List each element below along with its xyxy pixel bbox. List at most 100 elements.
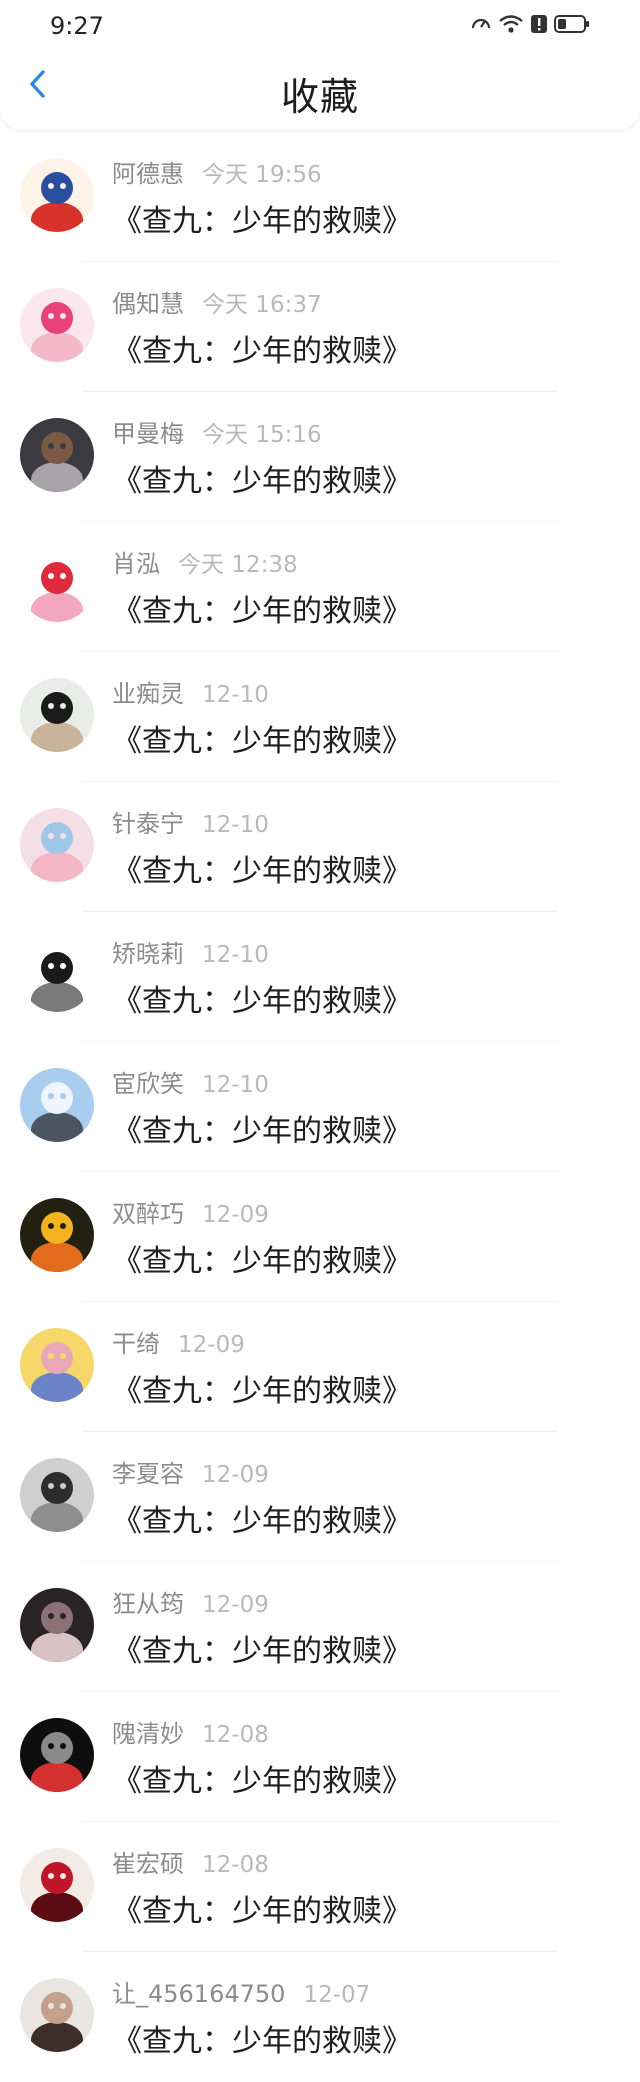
item-title[interactable]: 《查九：少年的救赎》	[112, 716, 412, 760]
list-item[interactable]: 偶知慧 今天 16:37 《查九：少年的救赎》	[0, 262, 640, 392]
timestamp: 今天 12:38	[178, 552, 298, 578]
timestamp: 12-10	[202, 1072, 269, 1098]
item-meta: 业痴灵 12-10	[112, 674, 269, 709]
snow-tree-avatar[interactable]	[20, 1068, 94, 1142]
timestamp: 12-07	[303, 1982, 371, 2008]
portrait-avatar[interactable]	[20, 1588, 94, 1662]
user-name[interactable]: 崔宏硕	[112, 1844, 184, 1879]
item-meta: 崔宏硕 12-08	[112, 1844, 269, 1879]
cartoon-doll-avatar[interactable]	[20, 548, 94, 622]
user-name[interactable]: 阿德惠	[112, 154, 184, 189]
item-title[interactable]: 《查九：少年的救赎》	[112, 1236, 412, 1280]
item-meta: 狂从筠 12-09	[112, 1584, 269, 1619]
item-meta: 干绮 12-09	[112, 1324, 245, 1359]
item-meta: 偶知慧 今天 16:37	[112, 284, 322, 319]
warrior-avatar[interactable]	[20, 1718, 94, 1792]
status-icons	[470, 13, 590, 39]
anime-girl-avatar[interactable]	[20, 808, 94, 882]
item-meta: 隗清妙 12-08	[112, 1714, 269, 1749]
item-title[interactable]: 《查九：少年的救赎》	[112, 1496, 412, 1540]
cartoon-character-avatar[interactable]	[20, 158, 94, 232]
list-item[interactable]: 肖泓 今天 12:38 《查九：少年的救赎》	[0, 522, 640, 652]
timestamp: 今天 15:16	[202, 422, 322, 448]
status-time: 9:27	[50, 12, 104, 40]
list-item[interactable]: 业痴灵 12-10 《查九：少年的救赎》	[0, 652, 640, 782]
item-meta: 双醉巧 12-09	[112, 1194, 269, 1229]
user-name[interactable]: 狂从筠	[112, 1584, 184, 1619]
timestamp: 12-08	[202, 1722, 269, 1748]
user-name[interactable]: 偶知慧	[112, 284, 184, 319]
timestamp: 今天 19:56	[202, 162, 322, 188]
item-title[interactable]: 《查九：少年的救赎》	[112, 326, 412, 370]
heart-tree-avatar[interactable]	[20, 1848, 94, 1922]
user-name[interactable]: 让_456164750	[112, 1974, 285, 2009]
list-item[interactable]: 宦欣笑 12-10 《查九：少年的救赎》	[0, 1042, 640, 1172]
favorites-list: 阿德惠 今天 19:56 《查九：少年的救赎》 偶知慧 今天 16:37 《查九：少年的救…	[0, 132, 640, 2082]
item-meta: 宦欣笑 12-10	[112, 1064, 269, 1099]
page-title: 收藏	[280, 75, 359, 119]
battery-icon	[554, 14, 590, 38]
alert-icon	[530, 14, 548, 38]
item-meta: 甲曼梅 今天 15:16	[112, 414, 322, 449]
photo-avatar[interactable]	[20, 1978, 94, 2052]
yellow-rose-avatar[interactable]	[20, 1198, 94, 1272]
user-name[interactable]: 业痴灵	[112, 674, 184, 709]
user-name[interactable]: 李夏容	[112, 1454, 184, 1489]
user-name[interactable]: 针泰宁	[112, 804, 184, 839]
list-item[interactable]: 针泰宁 12-10 《查九：少年的救赎》	[0, 782, 640, 912]
list-item[interactable]: 干绮 12-09 《查九：少年的救赎》	[0, 1302, 640, 1432]
timestamp: 今天 16:37	[202, 292, 322, 318]
timestamp: 12-09	[178, 1332, 245, 1358]
item-title[interactable]: 《查九：少年的救赎》	[112, 1366, 412, 1410]
timestamp: 12-10	[202, 682, 269, 708]
item-title[interactable]: 《查九：少年的救赎》	[112, 1886, 412, 1930]
item-title[interactable]: 《查九：少年的救赎》	[112, 1106, 412, 1150]
item-title[interactable]: 《查九：少年的救赎》	[112, 1626, 412, 1670]
ink-drawing-avatar[interactable]	[20, 938, 94, 1012]
photo-avatar[interactable]	[20, 1458, 94, 1532]
item-title[interactable]: 《查九：少年的救赎》	[112, 2016, 412, 2060]
item-title[interactable]: 《查九：少年的救赎》	[112, 1756, 412, 1800]
timestamp: 12-09	[202, 1592, 269, 1618]
list-item[interactable]: 让_456164750 12-07 《查九：少年的救赎》	[0, 1952, 640, 2082]
list-item[interactable]: 李夏容 12-09 《查九：少年的救赎》	[0, 1432, 640, 1562]
item-meta: 阿德惠 今天 19:56	[112, 154, 322, 189]
item-title[interactable]: 《查九：少年的救赎》	[112, 846, 412, 890]
list-item[interactable]: 矫晓莉 12-10 《查九：少年的救赎》	[0, 912, 640, 1042]
photo-avatar[interactable]	[20, 418, 94, 492]
list-item[interactable]: 阿德惠 今天 19:56 《查九：少年的救赎》	[0, 132, 640, 262]
photo-avatar[interactable]	[20, 678, 94, 752]
list-item[interactable]: 甲曼梅 今天 15:16 《查九：少年的救赎》	[0, 392, 640, 522]
cartoon-girl-avatar[interactable]	[20, 288, 94, 362]
user-name[interactable]: 宦欣笑	[112, 1064, 184, 1099]
timestamp: 12-08	[202, 1852, 269, 1878]
list-item[interactable]: 双醉巧 12-09 《查九：少年的救赎》	[0, 1172, 640, 1302]
wifi-icon	[498, 13, 524, 39]
status-bar: 9:27	[0, 0, 640, 52]
user-name[interactable]: 隗清妙	[112, 1714, 184, 1749]
item-title[interactable]: 《查九：少年的救赎》	[112, 456, 412, 500]
item-meta: 矫晓莉 12-10	[112, 934, 269, 969]
timestamp: 12-10	[202, 942, 269, 968]
user-name[interactable]: 肖泓	[112, 544, 160, 579]
item-meta: 针泰宁 12-10	[112, 804, 269, 839]
user-name[interactable]: 矫晓莉	[112, 934, 184, 969]
user-name[interactable]: 甲曼梅	[112, 414, 184, 449]
list-item[interactable]: 狂从筠 12-09 《查九：少年的救赎》	[0, 1562, 640, 1692]
anime-avatar[interactable]	[20, 1328, 94, 1402]
header: 收藏	[0, 52, 640, 130]
timestamp: 12-09	[202, 1462, 269, 1488]
item-meta: 肖泓 今天 12:38	[112, 544, 298, 579]
user-name[interactable]: 干绮	[112, 1324, 160, 1359]
user-name[interactable]: 双醉巧	[112, 1194, 184, 1229]
item-title[interactable]: 《查九：少年的救赎》	[112, 196, 412, 240]
item-title[interactable]: 《查九：少年的救赎》	[112, 586, 412, 630]
item-title[interactable]: 《查九：少年的救赎》	[112, 976, 412, 1020]
item-meta: 李夏容 12-09	[112, 1454, 269, 1489]
list-item[interactable]: 隗清妙 12-08 《查九：少年的救赎》	[0, 1692, 640, 1822]
timestamp: 12-10	[202, 812, 269, 838]
list-item[interactable]: 崔宏硕 12-08 《查九：少年的救赎》	[0, 1822, 640, 1952]
speedometer-icon	[470, 13, 492, 39]
item-meta: 让_456164750 12-07	[112, 1974, 370, 2009]
timestamp: 12-09	[202, 1202, 269, 1228]
